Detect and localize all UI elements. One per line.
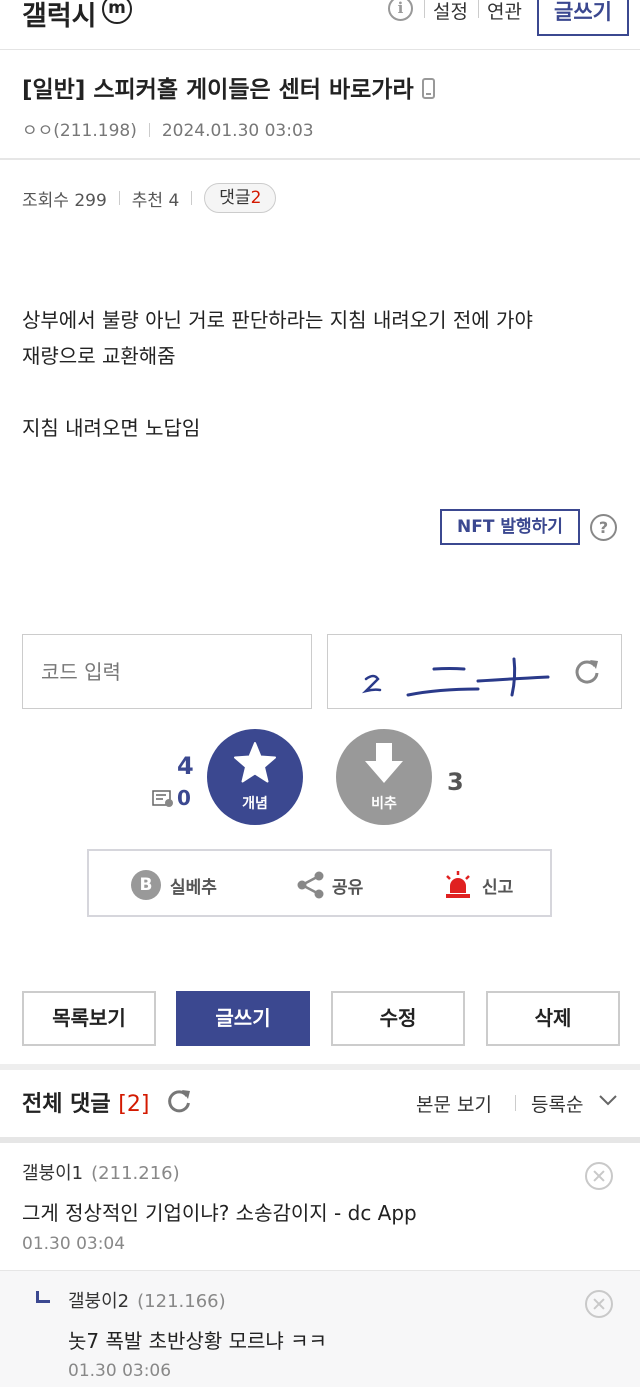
divider	[0, 158, 640, 160]
post-body: 상부에서 불량 아닌 거로 판단하라는 지침 내려오기 전에 가야 재량으로 교…	[22, 302, 622, 446]
captcha-refresh-icon[interactable]	[573, 657, 601, 685]
captcha-code-input[interactable]	[22, 634, 312, 709]
delete-comment-icon[interactable]	[585, 1162, 613, 1190]
comments-title: 전체 댓글	[22, 1092, 111, 1117]
comment-pill-count: 2	[250, 188, 262, 208]
settings-link[interactable]: 설정	[433, 0, 468, 24]
comments-total-count: [2]	[118, 1092, 150, 1117]
upvote-button[interactable]: 개념	[207, 729, 303, 825]
related-link[interactable]: 연관	[487, 0, 522, 24]
delete-comment-icon[interactable]	[585, 1290, 613, 1318]
edit-button[interactable]: 수정	[331, 991, 465, 1046]
body-line: 재량으로 교환해줌	[22, 344, 176, 368]
separator	[148, 123, 150, 137]
downvote-count: 3	[447, 768, 464, 796]
star-icon	[234, 742, 276, 783]
comment-count-badge[interactable]: 댓글2	[204, 183, 277, 213]
separator	[478, 0, 479, 18]
list-button[interactable]: 목록보기	[22, 991, 156, 1046]
captcha-box	[327, 634, 622, 709]
comment-item: 갤붕이1 (211.216) 그게 정상적인 기업이냐? 소송감이지 - dc A…	[0, 1143, 640, 1270]
downvote-button[interactable]: 비추	[336, 729, 432, 825]
best-recommend-button[interactable]: B 실베추	[131, 869, 217, 901]
write-button[interactable]: 글쓰기	[176, 991, 310, 1046]
body-line: 지침 내려오면 노답임	[22, 416, 201, 440]
comment-author-line: 갤붕이1 (211.216)	[22, 1159, 180, 1185]
fixed-user-upvote-count: 0	[177, 786, 191, 810]
sort-select[interactable]: 등록순	[531, 1090, 583, 1117]
share-label: 공유	[332, 877, 364, 898]
body-line: 상부에서 불량 아닌 거로 판단하라는 지침 내려오기 전에 가야	[22, 308, 533, 332]
siren-icon	[446, 871, 470, 898]
share-button[interactable]: 공유	[296, 869, 363, 901]
comment-pill-label: 댓글	[219, 188, 251, 208]
post-title-text: [일반] 스피커홀 게이들은 센터 바로가라	[22, 77, 414, 103]
comments-refresh-icon[interactable]	[166, 1088, 192, 1114]
mobile-icon	[421, 78, 435, 99]
comment-author-line: 갤붕이2 (121.166)	[68, 1287, 226, 1313]
recommend-count: 추천 4	[131, 190, 180, 211]
comment-date: 01.30 03:04	[22, 1234, 126, 1254]
top-bar: 갤럭시 m i 설정 연관 글쓰기	[0, 0, 640, 50]
chevron-down-icon[interactable]	[598, 1093, 618, 1107]
best-b-icon: B	[131, 870, 161, 900]
write-button-top[interactable]: 글쓰기	[537, 0, 629, 36]
post-stats: 조회수 299 추천 4 댓글2	[22, 182, 277, 214]
share-icon	[297, 871, 324, 899]
report-button[interactable]: 신고	[442, 869, 513, 901]
captcha-image	[361, 657, 550, 697]
comment-author[interactable]: 갤붕이1	[22, 1163, 83, 1184]
comment-text: 그게 정상적인 기업이냐? 소송감이지 - dc App	[22, 1201, 417, 1225]
post-author[interactable]: ㅇㅇ(211.198)	[22, 121, 137, 141]
downvote-label: 비추	[371, 796, 397, 812]
fixed-user-icon	[152, 790, 173, 807]
share-bar: B 실베추 공유 신고	[87, 849, 552, 917]
nft-mint-button[interactable]: NFT 발행하기	[440, 509, 580, 545]
down-arrow-icon	[365, 743, 403, 783]
gallery-name[interactable]: 갤럭시	[22, 0, 97, 33]
reply-arrow-icon	[36, 1291, 50, 1303]
mini-gallery-badge-icon: m	[102, 0, 132, 24]
comment-author[interactable]: 갤붕이2	[68, 1291, 129, 1312]
comment-text: 놋7 폭발 초반상황 모르냐 ㅋㅋ	[68, 1329, 327, 1353]
comment-date: 01.30 03:06	[68, 1361, 172, 1381]
body-line	[22, 374, 622, 410]
best-recommend-label: 실베추	[170, 877, 217, 898]
comments-header-title: 전체 댓글 [2]	[22, 1086, 149, 1118]
delete-button[interactable]: 삭제	[486, 991, 620, 1046]
comment-ip: (211.216)	[91, 1163, 180, 1184]
report-label: 신고	[482, 877, 514, 898]
separator	[118, 191, 120, 205]
reply-comment-item: 갤붕이2 (121.166) 놋7 폭발 초반상황 모르냐 ㅋㅋ 01.30 03…	[0, 1270, 640, 1387]
section-divider	[0, 1064, 640, 1070]
upvote-label: 개념	[242, 796, 268, 812]
help-icon[interactable]: ?	[590, 514, 617, 541]
separator	[515, 1095, 516, 1111]
separator	[424, 0, 425, 18]
post-meta: ㅇㅇ(211.198) 2024.01.30 03:03	[22, 116, 314, 141]
upvote-count: 4	[177, 752, 194, 780]
comment-ip: (121.166)	[137, 1291, 226, 1312]
post-datetime: 2024.01.30 03:03	[161, 121, 314, 141]
view-count: 조회수 299	[22, 190, 107, 211]
info-icon[interactable]: i	[388, 0, 413, 21]
separator	[191, 191, 193, 205]
view-body-link[interactable]: 본문 보기	[416, 1090, 492, 1117]
post-title: [일반] 스피커홀 게이들은 센터 바로가라	[22, 70, 435, 104]
